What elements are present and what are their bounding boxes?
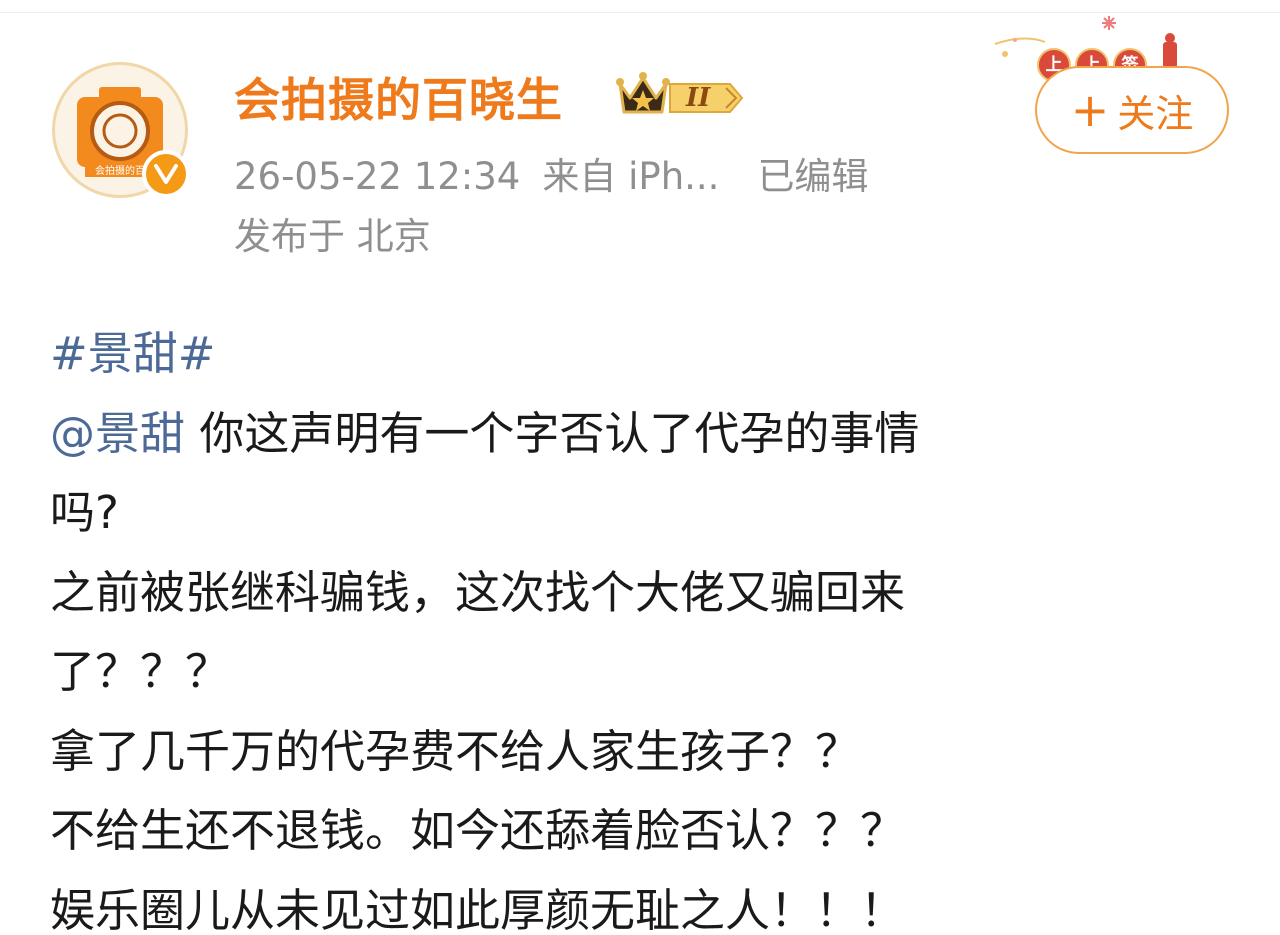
verified-v-icon <box>154 164 178 184</box>
svg-text:会拍摄的百: 会拍摄的百 <box>95 164 145 177</box>
level-label: II <box>686 83 711 113</box>
post-location: 发布于 北京 <box>234 215 431 258</box>
crown-icon <box>616 72 670 114</box>
post-line: 之前被张继科骗钱，这次找个大佬又骗回来 <box>50 565 906 619</box>
post-line: 吗? <box>50 486 119 539</box>
follow-label: 关注 <box>1117 91 1194 136</box>
post-line: 娱乐圈儿从未见过如此厚颜无耻之人！！！ <box>50 883 906 935</box>
post-content: #景甜# @景甜 你这声明有一个字否认了代孕的事情 吗? 之前被张继科骗钱，这次… <box>50 314 1250 935</box>
post-text: 你这声明有一个字否认了代孕的事情 <box>185 406 920 460</box>
mention-link[interactable]: @景甜 <box>50 407 185 460</box>
post-line: 了？？？ <box>50 645 231 698</box>
username[interactable]: 会拍摄的百晓生 <box>234 64 563 130</box>
post-meta: 26-05-22 12:34 来自 iPh... 已编辑 <box>234 146 868 200</box>
post-line: @景甜 你这声明有一个字否认了代孕的事情 <box>50 394 1250 474</box>
post-line: 不给生还不退钱。如今还舔着脸否认？？？ <box>50 804 906 857</box>
plus-icon: + <box>1070 83 1110 137</box>
weibo-post-page: 会拍摄的百 会拍摄的百晓生 II 26-05-22 12:34 来自 iPh...… <box>0 0 1280 935</box>
follow-button[interactable]: + 关注 <box>1035 66 1229 154</box>
post-time: 26-05-22 12:34 <box>234 155 521 198</box>
hashtag-link[interactable]: #景甜# <box>50 327 215 380</box>
post-line: #景甜# <box>50 314 1250 394</box>
verified-badge <box>142 150 190 198</box>
top-divider <box>0 12 1280 13</box>
lottery-decoration[interactable]: 上 上 签 <box>985 14 1185 82</box>
post-line: 拿了几千万的代孕费不给人家生孩子？？ <box>50 724 861 778</box>
edited-label[interactable]: 已编辑 <box>757 146 868 200</box>
post-source[interactable]: 来自 iPh... <box>542 146 719 200</box>
